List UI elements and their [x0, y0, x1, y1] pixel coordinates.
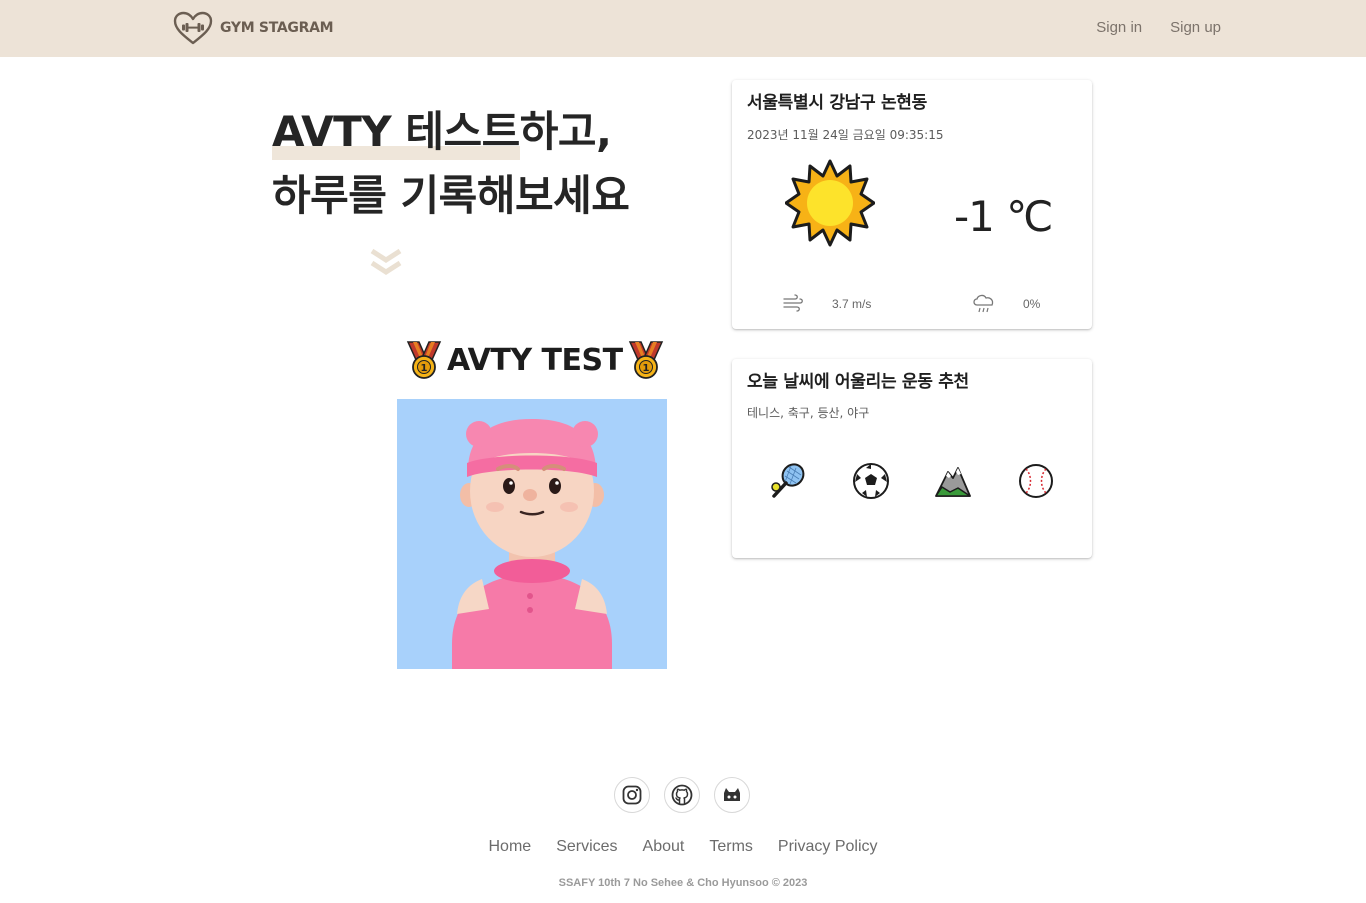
- footer-home-link[interactable]: Home: [489, 838, 532, 856]
- tennis-racket-icon[interactable]: [769, 462, 807, 500]
- double-chevron-down-icon[interactable]: [369, 248, 403, 278]
- exercise-recommend-card: 오늘 날씨에 어울리는 운동 추천 테니스, 축구, 등산, 야구: [732, 359, 1092, 558]
- medal-icon: 1: [628, 341, 663, 379]
- weather-card: 서울특별시 강남구 논현동 2023년 11월 24일 금요일 09:35:15…: [732, 80, 1092, 329]
- recommend-title: 오늘 날씨에 어울리는 운동 추천: [747, 372, 969, 392]
- hero-heading-rest: 하고,: [519, 107, 612, 156]
- sign-in-link[interactable]: Sign in: [1096, 19, 1142, 36]
- recommend-sports-list: 테니스, 축구, 등산, 야구: [747, 406, 870, 420]
- hero-heading-line1: AVTY 테스트하고,: [272, 98, 612, 159]
- svg-text:1: 1: [421, 363, 428, 374]
- top-navbar: GYM STAGRAM Sign in Sign up: [0, 0, 1366, 57]
- mountain-icon[interactable]: [934, 462, 972, 500]
- wind-speed-value: 3.7 m/s: [832, 297, 872, 311]
- avatar-illustration: [452, 419, 612, 669]
- hero-highlight: AVTY 테스트: [272, 107, 520, 156]
- footer-about-link[interactable]: About: [643, 838, 685, 856]
- instagram-icon: [622, 785, 642, 805]
- weather-datetime: 2023년 11월 24일 금요일 09:35:15: [747, 128, 944, 142]
- logo-text: GYM STAGRAM: [220, 20, 334, 36]
- temperature-value: -1 ℃: [954, 192, 1053, 241]
- logo-link[interactable]: GYM STAGRAM: [172, 10, 334, 46]
- copyright-text: SSAFY 10th 7 No Sehee & Cho Hyunsoo © 20…: [558, 877, 808, 889]
- footer-nav: Home Services About Terms Privacy Policy: [0, 838, 1366, 856]
- sun-icon: [785, 159, 875, 247]
- gitlab-icon: [724, 788, 740, 801]
- instagram-link[interactable]: [614, 777, 650, 813]
- footer-terms-link[interactable]: Terms: [709, 838, 753, 856]
- github-link[interactable]: [664, 777, 700, 813]
- sign-up-link[interactable]: Sign up: [1170, 19, 1221, 36]
- hero-heading-line2: 하루를 기록해보세요: [272, 171, 630, 220]
- footer-privacy-link[interactable]: Privacy Policy: [778, 838, 878, 856]
- avty-test-title: AVTY TEST: [447, 342, 623, 378]
- avatar-image[interactable]: [397, 399, 667, 669]
- avty-test-heading[interactable]: 1 AVTY TEST 1: [405, 340, 665, 380]
- svg-text:1: 1: [642, 363, 649, 374]
- footer-services-link[interactable]: Services: [556, 838, 617, 856]
- wind-icon: [783, 294, 803, 312]
- medal-icon: 1: [406, 341, 442, 379]
- heart-dumbbell-icon: [173, 11, 213, 45]
- soccer-ball-icon[interactable]: [852, 462, 890, 500]
- github-icon: [671, 784, 693, 806]
- auth-nav: Sign in Sign up: [1096, 19, 1221, 36]
- gitlab-link[interactable]: [714, 777, 750, 813]
- precipitation-value: 0%: [1023, 297, 1041, 311]
- baseball-icon[interactable]: [1017, 462, 1055, 500]
- weather-location: 서울특별시 강남구 논현동: [747, 93, 927, 113]
- rain-cloud-icon: [973, 294, 994, 313]
